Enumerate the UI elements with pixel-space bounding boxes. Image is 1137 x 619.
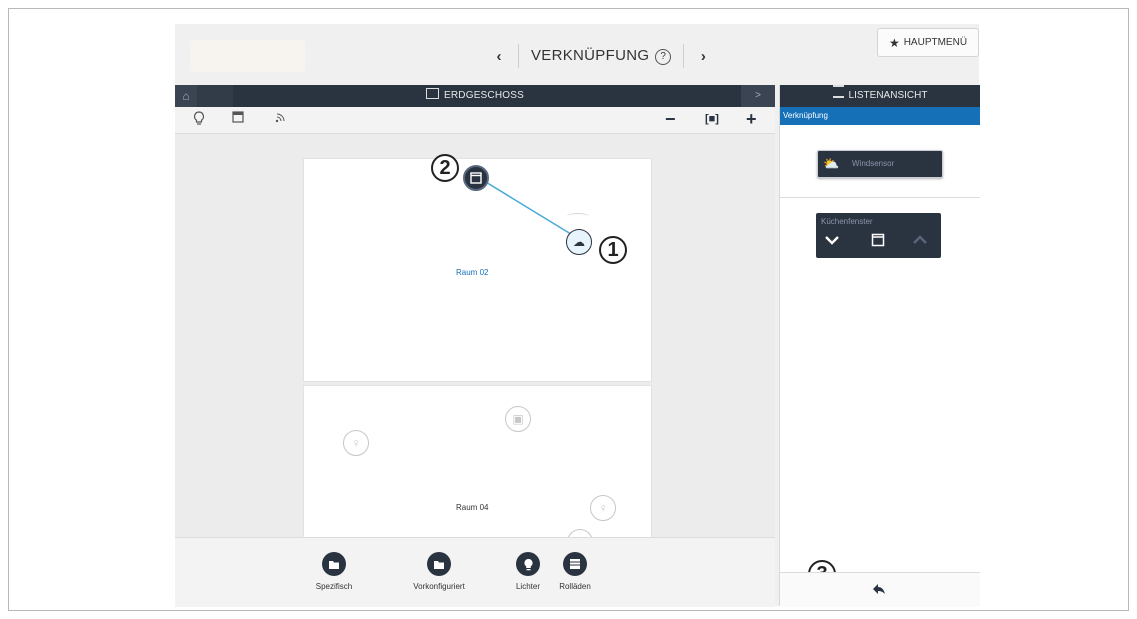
tab-lichter[interactable]: Lichter: [508, 552, 548, 591]
tab-spezifisch[interactable]: Spezifisch: [311, 552, 357, 591]
card-label: Küchenfenster: [821, 217, 873, 226]
chevron-up-icon[interactable]: [912, 233, 928, 251]
bulb-icon: [516, 552, 540, 576]
light-device-icon[interactable]: ♀: [590, 495, 616, 521]
divider: [780, 197, 980, 198]
zoom-in-button[interactable]: +: [746, 109, 757, 130]
category-bar: Spezifisch Vorkonfiguriert Lichter Rollä…: [175, 537, 775, 607]
sensor-filter-icon[interactable]: [275, 111, 289, 126]
link-line: [475, 175, 580, 240]
list-view-header: LISTENANSICHT: [780, 85, 980, 107]
wind-sensor-device-icon[interactable]: ☁: [566, 229, 592, 255]
logo: [190, 40, 305, 72]
main-menu-label: HAUPTMENÜ: [903, 37, 968, 48]
floorplan-toolbar: − [■] +: [175, 107, 775, 134]
divider: [518, 44, 519, 68]
callout-2: 2: [431, 154, 459, 182]
tab-vorkonfiguriert[interactable]: Vorkonfiguriert: [404, 552, 474, 591]
page-navigation: ‹ VERKNÜPFUNG? ›: [486, 40, 716, 72]
folder-icon: [427, 552, 451, 576]
floor-icon: [426, 88, 439, 99]
floor-title: ERDGESCHOSS: [175, 85, 775, 107]
bulb-filter-icon[interactable]: [193, 111, 205, 129]
main-menu-button[interactable]: ★ HAUPTMENÜ: [877, 28, 979, 57]
prev-page-button[interactable]: ‹: [486, 48, 512, 65]
floor-title-text: ERDGESCHOSS: [444, 90, 524, 101]
callout-1: 1: [599, 236, 627, 264]
star-icon: ★: [888, 35, 900, 50]
blind-stop-icon[interactable]: [871, 233, 885, 252]
blind-device-icon[interactable]: [463, 165, 489, 191]
floorplan-header: ERDGESCHOSS ⌂ >: [175, 85, 775, 107]
floorplan-panel: ERDGESCHOSS ⌂ > − [■] + Raum 02 Raum 04: [175, 85, 775, 607]
windsensor-card[interactable]: ⛅ Windsensor: [817, 150, 943, 178]
floorplan-canvas[interactable]: Raum 02 Raum 04 ☁ ♀ ▣ ♀ 2 1: [175, 134, 775, 537]
tab-label: Vorkonfiguriert: [413, 582, 465, 591]
list-icon: [832, 85, 844, 98]
folder-icon: [322, 552, 346, 576]
light-device-icon[interactable]: ♀: [343, 430, 369, 456]
next-page-button[interactable]: ›: [690, 48, 716, 65]
link-subheader: Verknüpfung: [780, 107, 980, 125]
page-title-text: VERKNÜPFUNG: [531, 47, 650, 65]
zoom-out-button[interactable]: −: [665, 109, 676, 130]
kuechenfenster-card[interactable]: Küchenfenster: [816, 213, 941, 258]
list-view-panel: LISTENANSICHT Verknüpfung ⛅ Windsensor K…: [779, 85, 980, 607]
tab-rollaeden[interactable]: Rolläden: [553, 552, 597, 591]
prev-floor-button[interactable]: [197, 85, 233, 107]
weather-icon: ⛅: [823, 156, 840, 171]
tab-label: Rolläden: [559, 582, 591, 591]
faded-device-icon: [567, 213, 589, 220]
tab-label: Spezifisch: [315, 582, 353, 591]
blind-device-icon[interactable]: ▣: [505, 406, 531, 432]
chevron-down-icon[interactable]: [824, 233, 840, 251]
help-icon[interactable]: ?: [655, 48, 672, 65]
list-view-footer: [780, 572, 980, 607]
home-icon[interactable]: ⌂: [175, 85, 197, 107]
divider: [683, 44, 685, 68]
back-arrow-icon[interactable]: [872, 583, 886, 598]
list-view-title: LISTENANSICHT: [848, 90, 928, 101]
blind-icon: [563, 552, 587, 576]
card-label: Windsensor: [852, 159, 895, 168]
next-floor-button[interactable]: >: [741, 85, 775, 107]
blind-filter-icon[interactable]: [232, 111, 244, 126]
page-title: VERKNÜPFUNG?: [525, 47, 677, 65]
zoom-fit-button[interactable]: [■]: [705, 113, 719, 125]
tab-label: Lichter: [515, 582, 540, 591]
